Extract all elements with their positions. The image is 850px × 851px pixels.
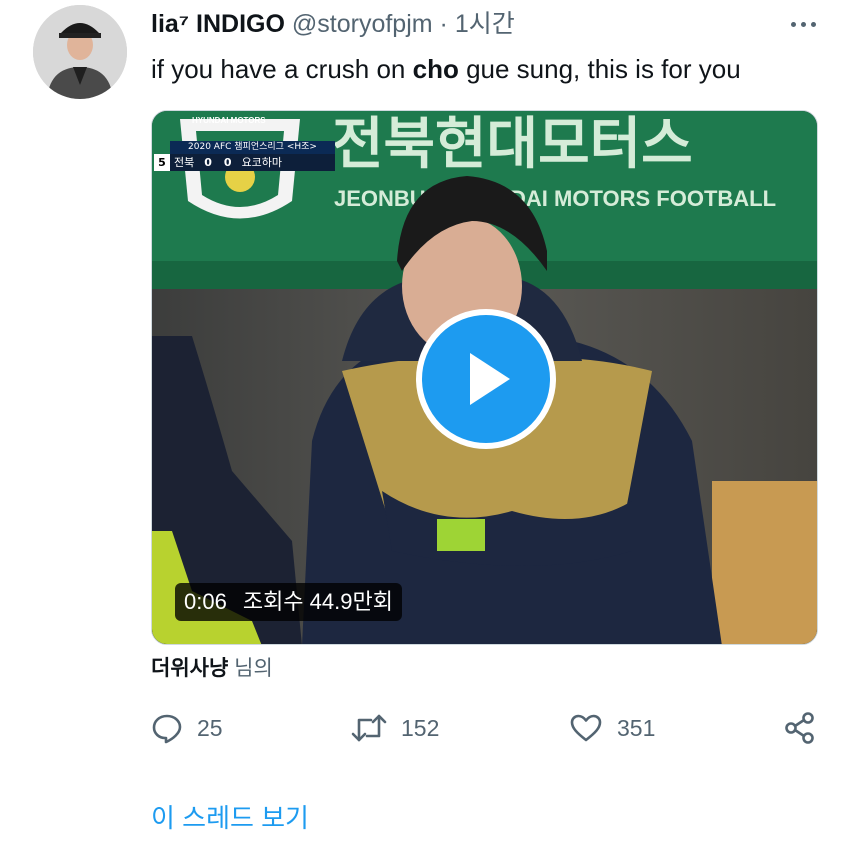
tweet-time[interactable]: 1시간 [455,10,515,38]
reply-icon [152,714,182,744]
crest-text: HYUNDAI MOTORS [192,116,266,125]
tweet-text-bold: cho [412,54,459,84]
away-score: 0 [223,156,232,169]
scoreboard-row: 전북 0 0 요코하마 [170,154,335,171]
scoreboard-minute: 5 [154,154,170,171]
home-team: 전북 [174,156,195,169]
more-options-icon[interactable] [783,8,823,40]
action-bar: 25 152 351 [151,708,831,748]
home-score: 0 [204,156,212,169]
scoreboard-competition: 2020 AFC 챔피언스리그 <H조> [170,141,335,154]
tweet-text-end: gue sung, this is for you [458,54,741,84]
retweet-count: 152 [401,714,440,741]
heart-icon [570,714,602,742]
like-count: 351 [617,714,656,741]
away-team: 요코하마 [241,156,283,169]
banner-korean-text: 전북현대모터스 [332,112,693,177]
attribution-user[interactable]: 더위사냥 [151,657,228,680]
show-thread-link[interactable]: 이 스레드 보기 [151,800,309,836]
play-icon [470,353,510,405]
tweet-header: lia⁷ INDIGO @storyofpjm · 1시간 [151,8,515,40]
play-button[interactable] [416,309,556,449]
reply-count: 25 [197,714,223,741]
attribution-suffix: 님의 [234,657,273,680]
tweet-text-start: if you have a crush on [151,54,413,84]
video-info-overlay: 0:06 조회수 44.9만회 [175,583,402,621]
banner-english-text: JEONBUK HYUNDAI MOTORS FOOTBALL [334,186,776,211]
retweet-button[interactable]: 152 [351,708,439,748]
video-media[interactable]: 전북현대모터스 JEONBUK HYUNDAI MOTORS FOOTBALL … [151,110,818,645]
reply-button[interactable]: 25 [151,708,223,748]
scoreboard: 2020 AFC 챔피언스리그 <H조> 5 전북 0 0 요코하마 [154,141,339,171]
avatar[interactable] [33,5,127,99]
video-views: 조회수 44.9만회 [242,589,393,614]
media-attribution: 더위사냥 님의 [151,655,273,683]
author-handle[interactable]: @storyofpjm [292,10,433,38]
retweet-icon [351,714,387,742]
share-icon [785,712,814,744]
separator-dot: · [439,10,448,38]
author-name[interactable]: lia⁷ INDIGO [151,10,285,38]
like-button[interactable]: 351 [569,708,655,748]
tweet: lia⁷ INDIGO @storyofpjm · 1시간 if you hav… [0,0,850,851]
share-button[interactable] [783,708,817,748]
video-duration: 0:06 [184,589,227,614]
tweet-text: if you have a crush on cho gue sung, thi… [151,52,741,86]
